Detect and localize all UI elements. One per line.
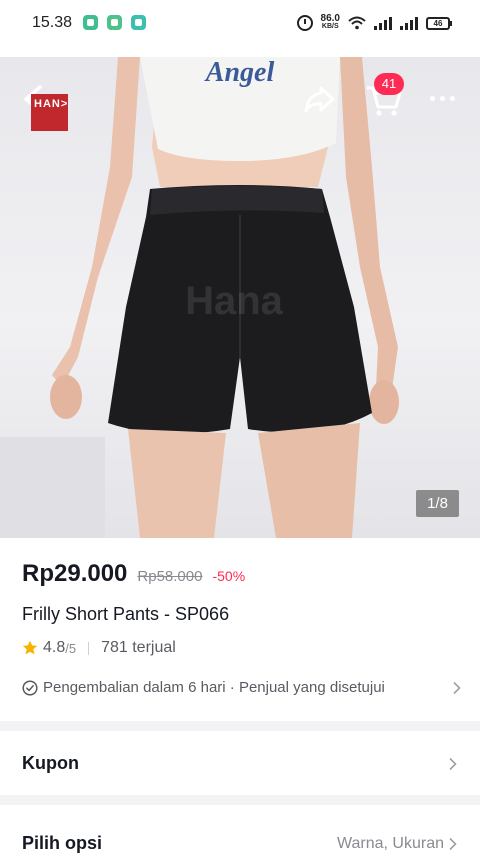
options-label: Pilih opsi [22,833,103,853]
more-dots-icon [429,95,435,101]
discount-badge: -50% [212,568,246,584]
product-info: Rp29.000 Rp58.000 -50% Frilly Short Pant… [0,538,480,721]
section-divider [0,795,480,805]
app-notification-icon [131,15,146,30]
status-bar: 15.38 86.0 KB/S 46 [0,0,480,48]
share-button[interactable] [302,81,338,117]
section-divider [0,721,480,731]
check-circle-icon [22,679,38,696]
rating-divider [88,641,90,655]
coupon-row[interactable]: Kupon [0,731,480,795]
share-arrow-icon [304,86,335,113]
return-policy-row[interactable]: Pengembalian dalam 6 hari · Penjual yang… [22,679,462,696]
signal-icon [374,16,392,30]
image-top-overlay [0,57,480,137]
cart-count-badge: 41 [374,73,404,95]
product-image-gallery[interactable]: Angel Hana HAN> 41 1/8 [0,57,480,538]
signal-icon [400,16,418,30]
network-speed: 86.0 KB/S [320,13,340,31]
alarm-icon [296,15,313,31]
rating-value: 4.8 [43,639,66,656]
brand-logo: HAN> [31,94,68,131]
chevron-right-icon [453,681,461,694]
app-notification-icon [83,15,98,30]
rating-row[interactable]: 4.8 /5 781 terjual [22,639,176,657]
chevron-right-icon [449,757,457,771]
star-icon [22,640,38,655]
rating-max: /5 [65,640,77,656]
chevron-right-icon [449,837,457,851]
return-policy-text: Pengembalian dalam 6 hari · Penjual yang… [43,679,385,696]
options-value: Warna, Ukuran [337,835,444,852]
status-time: 15.38 [32,14,73,31]
image-counter: 1/8 [416,490,459,517]
status-indicators: 86.0 KB/S 46 [296,12,452,34]
wifi-icon [348,16,366,30]
product-title: Frilly Short Pants - SP066 [22,604,230,624]
coupon-label: Kupon [22,753,79,773]
more-options-button[interactable] [424,83,460,113]
options-row[interactable]: Pilih opsi Warna, Ukuran [0,805,480,854]
original-price: Rp58.000 [137,568,203,585]
sold-count: 781 terjual [101,639,176,656]
price-row: Rp29.000 Rp58.000 -50% [22,560,245,588]
battery-icon: 46 [426,16,452,30]
app-notification-icon [107,15,122,30]
watermark-text: Hana [185,279,284,323]
current-price: Rp29.000 [22,560,128,587]
